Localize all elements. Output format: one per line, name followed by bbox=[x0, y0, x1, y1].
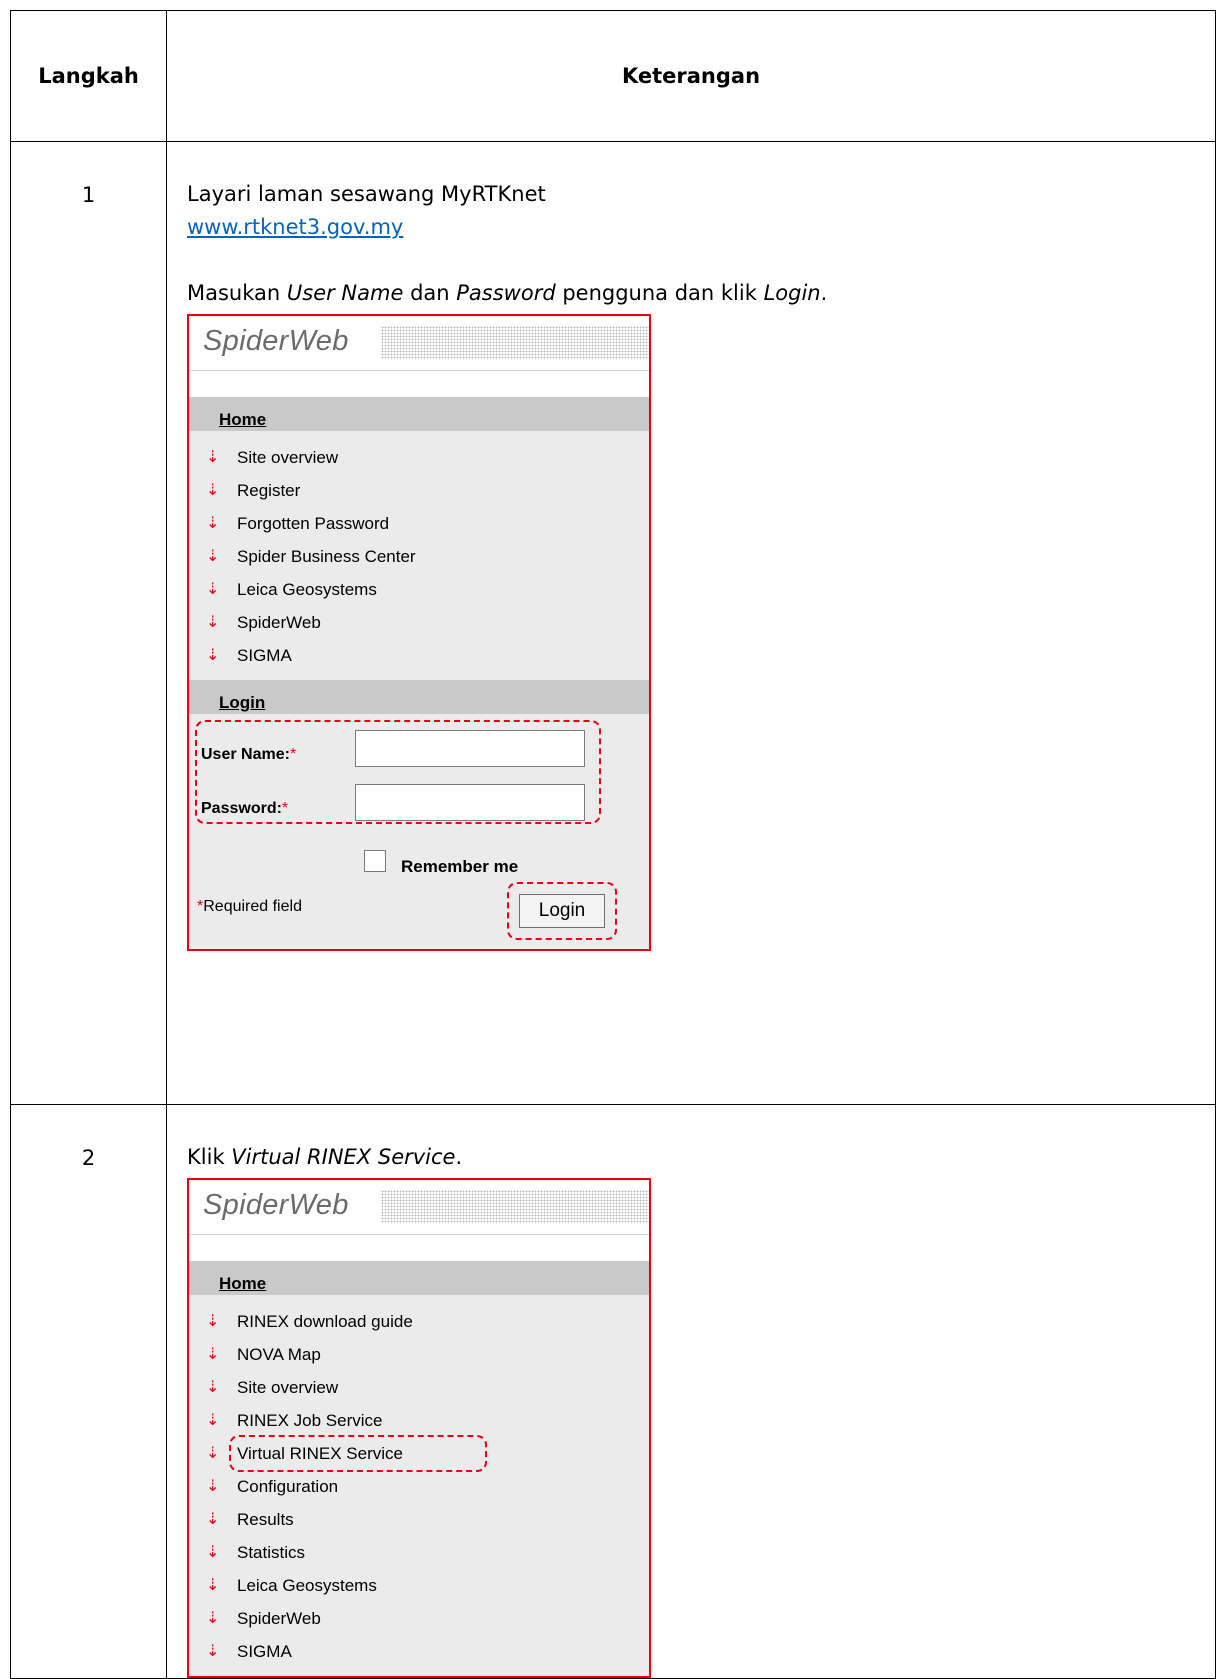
home-heading-link[interactable]: Home bbox=[219, 403, 266, 436]
menu-item[interactable]: ⇣ Site overview bbox=[189, 1371, 649, 1404]
red-down-arrow-icon: ⇣ bbox=[206, 1478, 220, 1495]
red-down-arrow-icon: ⇣ bbox=[206, 1445, 220, 1462]
highlight-virtual-rinex bbox=[229, 1435, 487, 1472]
highlight-credentials bbox=[195, 720, 601, 824]
step-row-1: 1 Layari laman sesawang MyRTKnet www.rtk… bbox=[10, 141, 1216, 1105]
red-down-arrow-icon: ⇣ bbox=[206, 1379, 220, 1396]
spiderweb-login-panel: SpiderWeb Home ⇣ Site overview ⇣ Register ⇣ F… bbox=[187, 314, 651, 951]
menu-item-label: Statistics bbox=[237, 1543, 306, 1562]
red-down-arrow-icon: ⇣ bbox=[206, 1577, 220, 1594]
red-down-arrow-icon: ⇣ bbox=[206, 1610, 220, 1627]
home-section-heading: Home bbox=[189, 397, 649, 431]
header-keterangan: Keterangan bbox=[166, 10, 1216, 142]
red-down-arrow-icon: ⇣ bbox=[206, 515, 220, 532]
step1-intro-text: Layari laman sesawang MyRTKnet bbox=[187, 182, 546, 206]
step1-instruction: Masukan User Name dan Password pengguna … bbox=[187, 281, 828, 305]
menu-item[interactable]: ⇣ Configuration bbox=[189, 1470, 649, 1503]
red-down-arrow-icon: ⇣ bbox=[206, 548, 220, 565]
red-down-arrow-icon: ⇣ bbox=[206, 1643, 220, 1660]
menu-item-label: Leica Geosystems bbox=[237, 1576, 377, 1595]
login-section-heading: Login bbox=[189, 680, 649, 714]
step-description-2: Klik Virtual RINEX Service. SpiderWeb Ho… bbox=[166, 1104, 1216, 1679]
step-number-2: 2 bbox=[10, 1104, 167, 1679]
menu-item-label: Configuration bbox=[237, 1477, 339, 1496]
menu-item[interactable]: ⇣ Register bbox=[189, 474, 649, 507]
menu-item[interactable]: ⇣ SpiderWeb bbox=[189, 1602, 649, 1635]
red-down-arrow-icon: ⇣ bbox=[206, 614, 220, 631]
menu-item-label: NOVA Map bbox=[237, 1345, 321, 1364]
menu-item-label: RINEX Job Service bbox=[237, 1411, 383, 1430]
menu-item[interactable]: ⇣ RINEX download guide bbox=[189, 1305, 649, 1338]
remember-me-label: Remember me bbox=[401, 857, 519, 876]
header-langkah: Langkah bbox=[10, 10, 167, 142]
menu-item-label: SIGMA bbox=[237, 646, 292, 665]
menu-item-label: Spider Business Center bbox=[237, 547, 416, 566]
red-down-arrow-icon: ⇣ bbox=[206, 1346, 220, 1363]
step-number-1: 1 bbox=[10, 141, 167, 1105]
spiderweb-logo-2: SpiderWeb bbox=[203, 1189, 349, 1221]
menu-item[interactable]: ⇣ Statistics bbox=[189, 1536, 649, 1569]
menu-item-label: SpiderWeb bbox=[237, 613, 321, 632]
step2-instruction: Klik Virtual RINEX Service. bbox=[187, 1145, 463, 1169]
procedure-table: Langkah Keterangan 1 Layari laman sesawa… bbox=[10, 10, 1216, 1679]
login-form: User Name:* Password:* Remember me *Requ… bbox=[189, 714, 649, 949]
home-menu-list-2: ⇣ RINEX download guide ⇣ NOVA Map ⇣ Site over… bbox=[189, 1295, 649, 1676]
menu-item[interactable]: ⇣ RINEX Job Service bbox=[189, 1404, 649, 1437]
red-down-arrow-icon: ⇣ bbox=[206, 1511, 220, 1528]
red-down-arrow-icon: ⇣ bbox=[206, 449, 220, 466]
menu-item[interactable]: ⇣ Forgotten Password bbox=[189, 507, 649, 540]
menu-item-label: RINEX download guide bbox=[237, 1312, 413, 1331]
menu-item[interactable]: ⇣ SIGMA bbox=[189, 1635, 649, 1668]
menu-item[interactable]: ⇣ SIGMA bbox=[189, 639, 649, 672]
spiderweb-logo: SpiderWeb bbox=[203, 325, 349, 357]
red-down-arrow-icon: ⇣ bbox=[206, 1412, 220, 1429]
myrtknet-link[interactable]: www.rtknet3.gov.my bbox=[187, 215, 403, 239]
dot-pattern-decoration bbox=[381, 326, 649, 359]
remember-me-checkbox[interactable] bbox=[364, 850, 386, 872]
menu-item[interactable]: ⇣ Leica Geosystems bbox=[189, 1569, 649, 1602]
step-row-2: 2 Klik Virtual RINEX Service. SpiderWeb … bbox=[10, 1104, 1216, 1679]
menu-item[interactable]: ⇣ Leica Geosystems bbox=[189, 573, 649, 606]
menu-item[interactable]: ⇣ NOVA Map bbox=[189, 1338, 649, 1371]
menu-item-label: Leica Geosystems bbox=[237, 580, 377, 599]
step-description-1: Layari laman sesawang MyRTKnet www.rtkne… bbox=[166, 141, 1216, 1105]
table-header-row: Langkah Keterangan bbox=[10, 10, 1216, 142]
menu-item[interactable]: ⇣ Spider Business Center bbox=[189, 540, 649, 573]
required-field-note: *Required field bbox=[197, 898, 302, 915]
highlight-login-button bbox=[507, 882, 617, 940]
menu-item-label: Forgotten Password bbox=[237, 514, 390, 533]
menu-item-label: SIGMA bbox=[237, 1642, 292, 1661]
red-down-arrow-icon: ⇣ bbox=[206, 1313, 220, 1330]
menu-item-label: Site overview bbox=[237, 448, 339, 467]
home-menu-list: ⇣ Site overview ⇣ Register ⇣ Forgotten Passwo… bbox=[189, 431, 649, 680]
menu-item-label: Register bbox=[237, 481, 301, 500]
spiderweb-menu-panel: SpiderWeb Home ⇣ RINEX download guide ⇣ NOV… bbox=[187, 1178, 651, 1678]
menu-item-label: SpiderWeb bbox=[237, 1609, 321, 1628]
spiderweb-logo-bar-2: SpiderWeb bbox=[189, 1180, 649, 1235]
menu-item[interactable]: ⇣ SpiderWeb bbox=[189, 606, 649, 639]
red-down-arrow-icon: ⇣ bbox=[206, 1544, 220, 1561]
dot-pattern-decoration-2 bbox=[381, 1190, 649, 1223]
menu-item-label: Site overview bbox=[237, 1378, 339, 1397]
red-down-arrow-icon: ⇣ bbox=[206, 581, 220, 598]
menu-item-label: Results bbox=[237, 1510, 294, 1529]
spiderweb-logo-bar: SpiderWeb bbox=[189, 316, 649, 371]
home-section-heading-2: Home bbox=[189, 1261, 649, 1295]
red-down-arrow-icon: ⇣ bbox=[206, 647, 220, 664]
red-down-arrow-icon: ⇣ bbox=[206, 482, 220, 499]
menu-item[interactable]: ⇣ Site overview bbox=[189, 441, 649, 474]
menu-item[interactable]: ⇣ Results bbox=[189, 1503, 649, 1536]
